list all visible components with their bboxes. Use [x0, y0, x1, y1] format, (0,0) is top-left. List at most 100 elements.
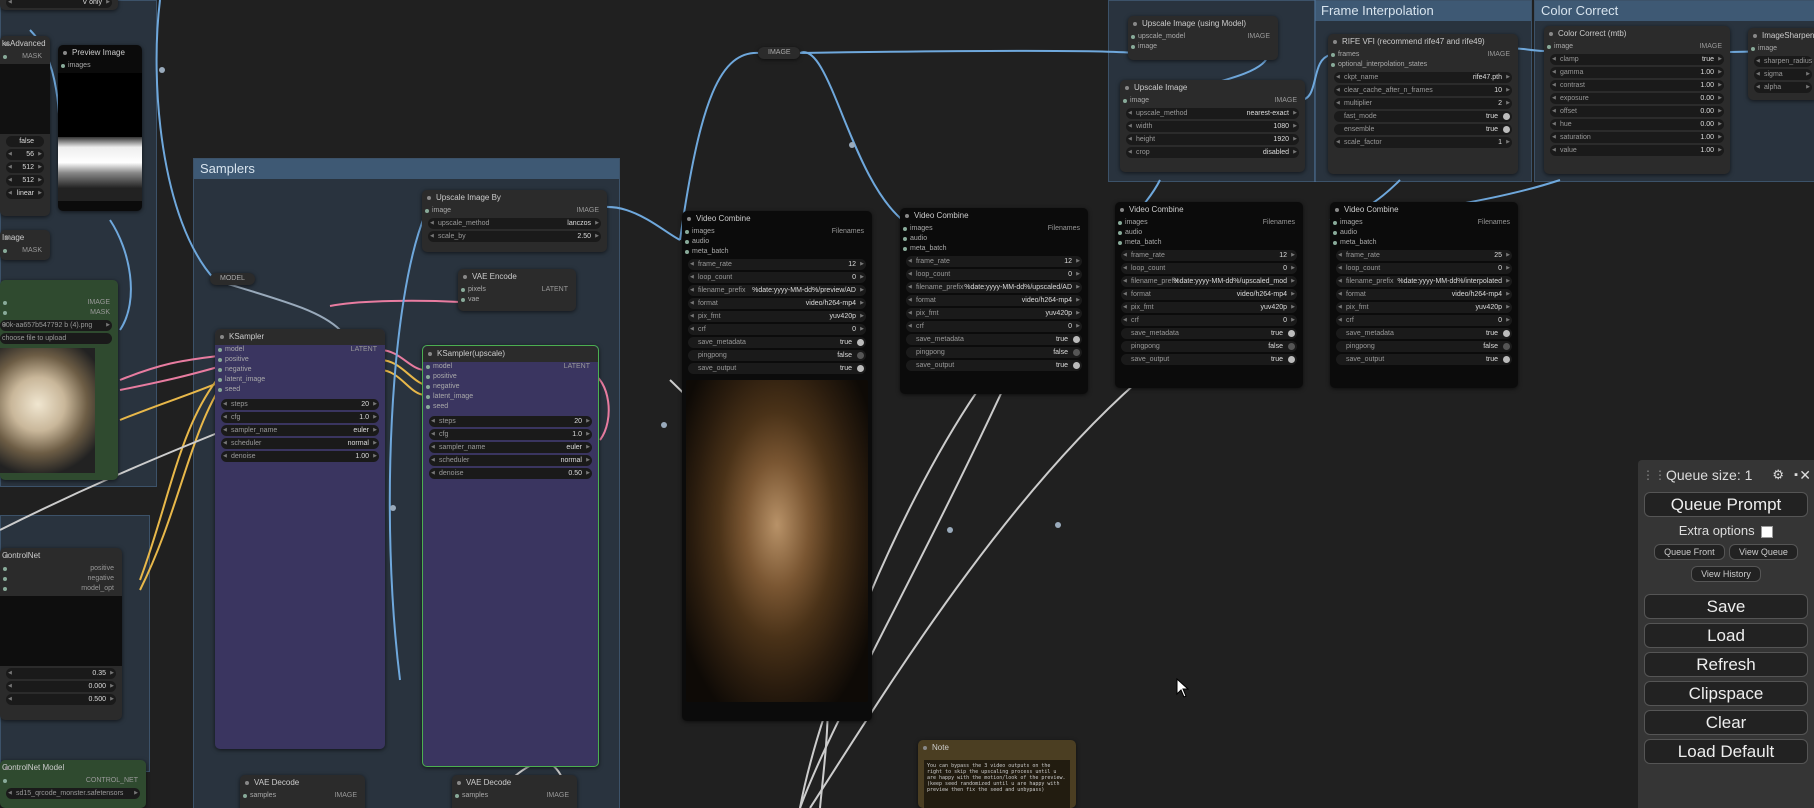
widget-denoise[interactable]: denoise 1.00 — [221, 451, 379, 462]
node-upscale-using-model[interactable]: Upscale Image (using Model) upscale_mode… — [1128, 16, 1278, 60]
slot-meta-batch[interactable]: meta_batch — [1115, 238, 1303, 248]
node-video-combine-2[interactable]: Video Combine images Filenames audio meta_b… — [900, 208, 1088, 394]
node-ksampler[interactable]: KSampler model LATENT positive negative late… — [215, 329, 385, 749]
node-video-combine-4[interactable]: Video Combine images Filenames audio meta_b… — [1330, 202, 1518, 388]
node-image-sharpen[interactable]: ImageSharpen image sharpen_radius sigma … — [1748, 28, 1814, 100]
widget-contrast[interactable]: contrast 1.00 — [1550, 80, 1724, 91]
widget-filename-prefix[interactable]: filename_prefix%date:yyyy-MM-dd%/upscale… — [1121, 276, 1297, 287]
slot-latent-image[interactable]: latent_image — [215, 375, 385, 385]
slot-mask[interactable]: MASK — [0, 246, 50, 256]
slot-images[interactable]: images Filenames — [1115, 218, 1303, 228]
widget-scheduler[interactable]: scheduler normal — [221, 438, 379, 449]
slot-mask[interactable]: MASK — [0, 52, 50, 62]
node-ksampler-upscale[interactable]: KSampler(upscale) model LATENT positive neg… — [422, 345, 599, 767]
node-controlnet-model[interactable]: ControlNet Model CONTROL_NET sd15_qrcode… — [0, 760, 146, 808]
widget-start[interactable]: 0.000 — [6, 681, 116, 692]
slot-image-out[interactable]: IMAGE — [0, 298, 118, 308]
view-history-button[interactable]: View History — [1691, 566, 1761, 582]
node-preview-image[interactable]: Preview Image images — [58, 45, 142, 211]
slot-frames[interactable]: frames IMAGE — [1328, 50, 1518, 60]
slot-positive[interactable]: positive — [423, 372, 598, 382]
toggle-knob[interactable] — [1503, 113, 1510, 120]
toggle-knob[interactable] — [1503, 356, 1510, 363]
slot-image[interactable]: image — [1128, 42, 1278, 52]
widget-hue[interactable]: hue 0.00 — [1550, 119, 1724, 130]
queue-prompt-button[interactable]: Queue Prompt — [1644, 492, 1808, 517]
widget-sigma[interactable]: sigma — [1754, 69, 1812, 80]
widget-linear[interactable]: linear — [6, 188, 44, 199]
slot-negative[interactable]: negative — [423, 382, 598, 392]
queue-front-button[interactable]: Queue Front — [1654, 544, 1725, 560]
node-controlnet[interactable]: ControlNet positive negative model_opt 0… — [0, 548, 122, 720]
slot-image[interactable]: image — [1748, 44, 1814, 54]
clear-button[interactable]: Clear — [1644, 710, 1808, 735]
widget-top-value[interactable]: V only — [6, 0, 112, 8]
node-video-combine-1[interactable]: Video Combine images Filenames audio meta_b… — [682, 211, 872, 721]
widget-56[interactable]: 56 — [6, 149, 44, 160]
slot-positive[interactable]: positive — [0, 564, 122, 574]
widget-upscale-method[interactable]: upscale_method nearest-exact — [1126, 108, 1299, 119]
note-text[interactable]: You can bypass the 3 video outputs on th… — [924, 760, 1070, 808]
widget-pix-fmt[interactable]: pix_fmt yuv420p — [688, 311, 866, 322]
widget-frame-rate[interactable]: frame_rate 25 — [1336, 250, 1512, 261]
slot-samples[interactable]: samples IMAGE — [240, 791, 365, 801]
slot-audio[interactable]: audio — [682, 237, 872, 247]
node-top-left[interactable]: V only — [0, 0, 118, 10]
close-icon[interactable]: ✕ — [1799, 460, 1811, 490]
slot-negative[interactable]: negative — [215, 365, 385, 375]
widget-save-metadata[interactable]: save_metadata true — [906, 334, 1082, 345]
slot-meta-batch[interactable]: meta_batch — [682, 247, 872, 257]
slot-samples[interactable]: samples IMAGE — [452, 791, 577, 801]
slot-image[interactable]: image IMAGE — [1544, 42, 1730, 52]
view-queue-button[interactable]: View Queue — [1729, 544, 1798, 560]
widget-saturation[interactable]: saturation 1.00 — [1550, 132, 1724, 143]
widget-clear-cache-after-n-frames[interactable]: clear_cache_after_n_frames 10 — [1334, 85, 1512, 96]
toggle-knob[interactable] — [1288, 343, 1295, 350]
node-graph-canvas[interactable]: Samplers Frame Interpolation Color Corre… — [0, 0, 1814, 808]
widget-format[interactable]: format video/h264-mp4 — [1336, 289, 1512, 300]
widget-scale-by[interactable]: scale_by2.50 — [428, 231, 601, 242]
widget-steps[interactable]: steps 20 — [429, 416, 592, 427]
node-vae-decode-2[interactable]: VAE Decode samples IMAGE — [452, 775, 577, 808]
widget-save-metadata[interactable]: save_metadata true — [688, 337, 866, 348]
widget-alpha[interactable]: alpha — [1754, 82, 1812, 93]
widget-filename-prefix[interactable]: filename_prefix%date:yyyy-MM-dd%/upscale… — [906, 282, 1082, 293]
widget-format[interactable]: format video/h264-mp4 — [906, 295, 1082, 306]
widget-loop-count[interactable]: loop_count 0 — [1121, 263, 1297, 274]
widget-pix-fmt[interactable]: pix_fmt yuv420p — [1336, 302, 1512, 313]
widget-upscale-method[interactable]: upscale_methodlanczos — [428, 218, 601, 229]
toggle-knob[interactable] — [857, 339, 864, 346]
slot-vae[interactable]: vae — [458, 295, 576, 305]
slot-audio[interactable]: audio — [1330, 228, 1518, 238]
toggle-knob[interactable] — [1073, 336, 1080, 343]
slot-images[interactable]: images Filenames — [682, 227, 872, 237]
toggle-knob[interactable] — [1073, 349, 1080, 356]
widget-ckpt-name[interactable]: ckpt_name rife47.pth — [1334, 72, 1512, 83]
widget-value[interactable]: value 1.00 — [1550, 145, 1724, 156]
node-color-correct[interactable]: Color Correct (mtb) imageIMAGE clamp true… — [1544, 26, 1730, 174]
slot-control-net[interactable]: CONTROL_NET — [0, 776, 146, 786]
gear-icon[interactable]: ⚙ — [1772, 460, 1784, 490]
widget-512b[interactable]: 512 — [6, 175, 44, 186]
toggle-knob[interactable] — [857, 352, 864, 359]
pin-icon[interactable]: ▪ — [1794, 460, 1798, 490]
widget-sampler-name[interactable]: sampler_name euler — [429, 442, 592, 453]
queue-panel[interactable]: ⋮⋮ Queue size: 1 ⚙ ▪ ✕ Queue Prompt Extr… — [1638, 460, 1814, 808]
slot-images[interactable]: images Filenames — [900, 224, 1088, 234]
upload-button[interactable]: choose file to upload — [0, 333, 112, 344]
widget-denoise[interactable]: denoise 0.50 — [429, 468, 592, 479]
widget-pingpong[interactable]: pingpong false — [688, 350, 866, 361]
slot-images[interactable]: images — [58, 61, 142, 71]
slot-model[interactable]: model LATENT — [423, 362, 598, 372]
widget-ensemble[interactable]: ensemble true — [1334, 124, 1512, 135]
widget-filename-prefix[interactable]: filename_prefix%date:yyyy-MM-dd%/interpo… — [1336, 276, 1512, 287]
toggle-knob[interactable] — [857, 365, 864, 372]
drag-handle-icon[interactable]: ⋮⋮ — [1642, 460, 1666, 490]
widget-pingpong[interactable]: pingpong false — [1121, 341, 1297, 352]
widget-save-output[interactable]: save_output true — [688, 363, 866, 374]
clipspace-button[interactable]: Clipspace — [1644, 681, 1808, 706]
extra-options-checkbox[interactable] — [1761, 525, 1774, 538]
slot-latent-image[interactable]: latent_image — [423, 392, 598, 402]
widget-width[interactable]: width 1080 — [1126, 121, 1299, 132]
widget-clamp[interactable]: clamp true — [1550, 54, 1724, 65]
